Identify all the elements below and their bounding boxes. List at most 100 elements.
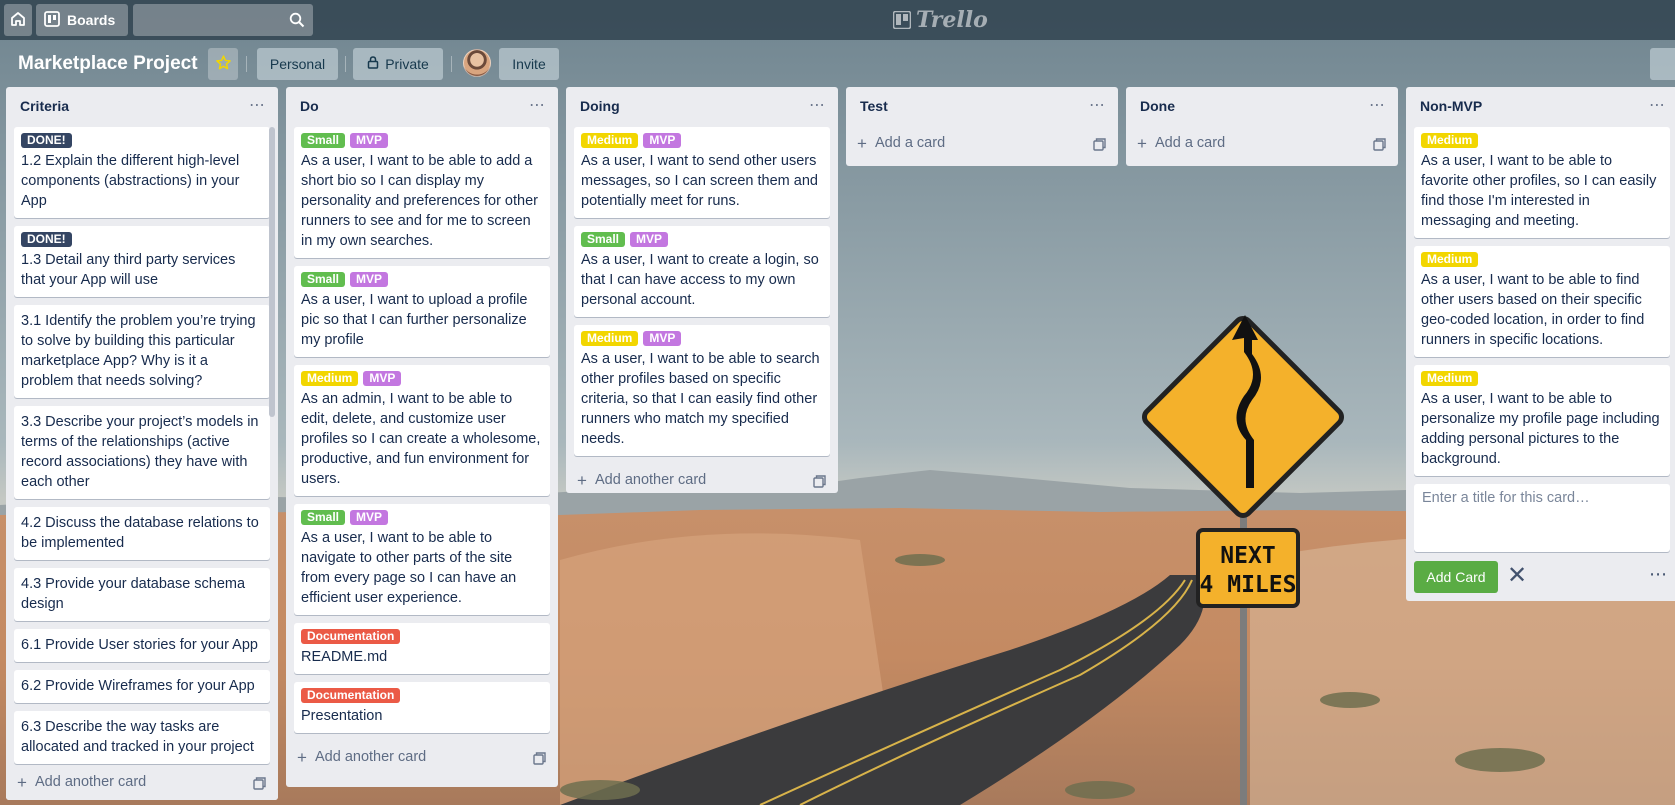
personal-team-button[interactable]: Personal: [257, 48, 338, 80]
list-title[interactable]: Test: [860, 98, 888, 114]
card-label[interactable]: Medium: [1421, 252, 1479, 267]
card-label[interactable]: Medium: [1421, 133, 1479, 148]
card-label[interactable]: DONE!: [21, 232, 72, 247]
card[interactable]: 4.2 Discuss the database relations to be…: [14, 507, 270, 560]
card-list: DONE! 1.2 Explain the different high-leve…: [6, 127, 278, 764]
card-label[interactable]: Medium: [1421, 371, 1479, 386]
member-avatar[interactable]: [463, 49, 491, 77]
list-criteria: Criteria ⋯ DONE! 1.2 Explain the different …: [6, 87, 278, 800]
card-title: As a user, I want to be able to favorite…: [1421, 153, 1657, 229]
card-label[interactable]: Medium: [581, 331, 639, 346]
card-template-icon[interactable]: [253, 777, 266, 794]
star-button[interactable]: [208, 48, 238, 80]
visibility-button[interactable]: Private: [353, 48, 443, 80]
list-title[interactable]: Non-MVP: [1420, 98, 1482, 114]
home-button[interactable]: [4, 4, 32, 36]
card-labels: Documentation: [301, 688, 542, 703]
card-title: 4.3 Provide your database schema design: [21, 576, 246, 612]
list-title[interactable]: Do: [300, 98, 319, 114]
more-icon[interactable]: ⋯: [1649, 95, 1666, 115]
card[interactable]: Small MVP As a user, I want to be able to …: [294, 127, 550, 258]
board-title[interactable]: Marketplace Project: [12, 48, 204, 80]
card[interactable]: Medium As a user, I want to be able to fi…: [1414, 246, 1670, 357]
card-label[interactable]: Small: [581, 232, 626, 247]
card[interactable]: 3.1 Identify the problem you’re trying t…: [14, 305, 270, 398]
card-label[interactable]: MVP: [643, 133, 682, 148]
add-card-button[interactable]: + Add a card: [1126, 127, 1398, 161]
card-labels: Medium MVP: [301, 371, 542, 386]
more-icon[interactable]: ⋯: [1369, 95, 1386, 115]
card[interactable]: Medium As a user, I want to be able to pe…: [1414, 365, 1670, 476]
more-icon[interactable]: ⋯: [529, 95, 546, 115]
card[interactable]: 3.3 Describe your project’s models in te…: [14, 406, 270, 499]
add-card-button[interactable]: Add Card: [1414, 561, 1498, 593]
sign-text-miles: 4 MILES: [1200, 572, 1297, 598]
header-divider: [345, 56, 346, 72]
card[interactable]: 6.1 Provide User stories for your App: [14, 629, 270, 662]
search-icon[interactable]: [289, 12, 305, 31]
list-title[interactable]: Done: [1140, 98, 1175, 114]
card-label[interactable]: Small: [301, 272, 346, 287]
card[interactable]: Medium MVP As an admin, I want to be able …: [294, 365, 550, 496]
list-scrollbar[interactable]: [269, 127, 275, 417]
card[interactable]: Documentation Presentation: [294, 682, 550, 733]
invite-button[interactable]: Invite: [499, 48, 559, 80]
add-card-button[interactable]: + Add another card: [566, 464, 838, 493]
card[interactable]: 6.3 Describe the way tasks are allocated…: [14, 711, 270, 764]
card-title: As a user, I want to be able to navigate…: [301, 530, 517, 606]
card[interactable]: Medium As a user, I want to be able to fa…: [1414, 127, 1670, 238]
card[interactable]: DONE! 1.2 Explain the different high-leve…: [14, 127, 270, 218]
card-label[interactable]: MVP: [350, 133, 389, 148]
boards-icon: [44, 10, 60, 30]
card-label[interactable]: Small: [301, 510, 346, 525]
card-label[interactable]: MVP: [350, 510, 389, 525]
list-header: Do ⋯: [286, 87, 558, 127]
list-title[interactable]: Criteria: [20, 98, 69, 114]
close-icon[interactable]: ✕: [1507, 561, 1527, 591]
more-icon[interactable]: ⋯: [249, 95, 266, 115]
card-labels: Medium MVP: [581, 133, 822, 148]
board-header: Marketplace Project Personal Private Inv…: [0, 44, 1675, 84]
card-label[interactable]: MVP: [363, 371, 402, 386]
add-card-button[interactable]: + Add a card: [846, 127, 1118, 161]
card-title: As a user, I want to be able to add a sh…: [301, 153, 538, 249]
card[interactable]: Documentation README.md: [294, 623, 550, 674]
card[interactable]: Small MVP As a user, I want to be able to …: [294, 504, 550, 615]
card-template-icon[interactable]: [533, 752, 546, 769]
card[interactable]: Small MVP As a user, I want to create a lo…: [574, 226, 830, 317]
card-template-icon[interactable]: [813, 475, 826, 492]
card-label[interactable]: MVP: [630, 232, 669, 247]
card-labels: DONE!: [21, 232, 262, 247]
boards-button[interactable]: Boards: [36, 4, 128, 36]
add-card-button[interactable]: + Add another card: [286, 741, 558, 775]
card-title: As a user, I want to send other users me…: [581, 153, 818, 209]
card-label[interactable]: Documentation: [301, 688, 401, 703]
card[interactable]: 4.3 Provide your database schema design: [14, 568, 270, 621]
card-label[interactable]: MVP: [350, 272, 389, 287]
search-input[interactable]: [133, 4, 313, 36]
card-label[interactable]: Small: [301, 133, 346, 148]
card[interactable]: 6.2 Provide Wireframes for your App: [14, 670, 270, 703]
card-label[interactable]: Documentation: [301, 629, 401, 644]
card-template-icon[interactable]: [1093, 138, 1106, 155]
card[interactable]: Medium MVP As a user, I want to send other…: [574, 127, 830, 218]
more-icon[interactable]: ⋯: [1649, 564, 1668, 585]
trello-logo[interactable]: Trello: [893, 5, 988, 35]
card-label[interactable]: Medium: [301, 371, 359, 386]
more-icon[interactable]: ⋯: [1089, 95, 1106, 115]
show-menu-button[interactable]: [1650, 48, 1675, 80]
card[interactable]: Small MVP As a user, I want to upload a pr…: [294, 266, 550, 357]
card-label[interactable]: Medium: [581, 133, 639, 148]
card-template-icon[interactable]: [1373, 138, 1386, 155]
card[interactable]: Medium MVP As a user, I want to be able to…: [574, 325, 830, 456]
card-label[interactable]: DONE!: [21, 133, 72, 148]
card-title: As a user, I want to upload a profile pi…: [301, 292, 528, 348]
add-card-button[interactable]: + Add another card: [6, 766, 278, 800]
card-label[interactable]: MVP: [643, 331, 682, 346]
card-title-input[interactable]: [1414, 484, 1670, 552]
card-title: 1.2 Explain the different high-level com…: [21, 153, 240, 209]
card[interactable]: DONE! 1.3 Detail any third party services…: [14, 226, 270, 297]
add-card-label: Add a card: [875, 135, 946, 151]
more-icon[interactable]: ⋯: [809, 95, 826, 115]
list-title[interactable]: Doing: [580, 98, 620, 114]
